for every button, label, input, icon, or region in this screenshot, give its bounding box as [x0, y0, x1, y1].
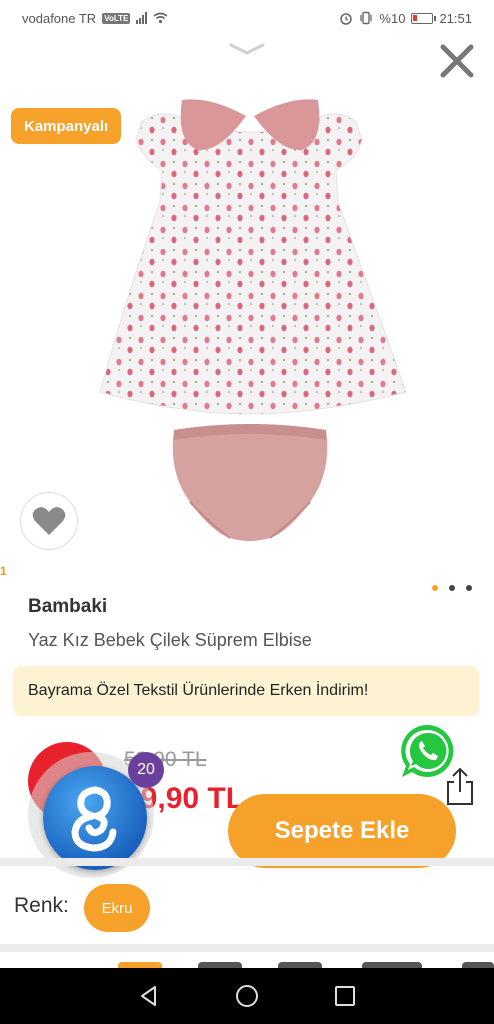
peek-row	[0, 960, 494, 970]
pager-dot[interactable]	[449, 585, 455, 591]
color-label: Renk:	[14, 894, 69, 917]
clock: 21:51	[439, 10, 472, 26]
assistant-count-badge: 20	[128, 752, 164, 788]
alarm-icon	[340, 13, 353, 25]
color-option-ekru[interactable]: Ekru	[84, 884, 150, 932]
promo-banner[interactable]: Bayrama Özel Tekstil Ürünlerinde Erken İ…	[13, 666, 479, 716]
volte-badge: VoLTE	[102, 12, 131, 24]
image-pager	[432, 585, 472, 591]
promo-text: Bayrama Özel Tekstil Ürünlerinde Erken İ…	[28, 682, 369, 699]
close-icon[interactable]	[436, 40, 478, 82]
campaign-badge: Kampanyalı	[11, 108, 122, 144]
favorite-button[interactable]	[20, 492, 78, 550]
section-divider	[0, 944, 494, 952]
system-nav-bar	[0, 968, 494, 1024]
pager-edge-marker: 1	[0, 564, 7, 578]
pager-dot[interactable]	[466, 585, 472, 591]
share-icon[interactable]	[444, 766, 476, 806]
vibrate-icon	[360, 11, 373, 25]
wifi-icon	[153, 12, 168, 24]
chevron-down-icon[interactable]	[226, 40, 268, 58]
signal-icon	[136, 12, 148, 24]
recents-icon[interactable]	[333, 984, 357, 1008]
product-image[interactable]	[70, 92, 430, 562]
status-right: %10 21:51	[339, 11, 472, 26]
battery-icon	[411, 12, 437, 24]
add-to-cart-button[interactable]: Sepete Ekle	[228, 794, 456, 868]
brand-name[interactable]: Bambaki	[28, 596, 107, 618]
back-icon[interactable]	[137, 984, 161, 1008]
status-bar: vodafone TR VoLTE %10 21:51	[0, 0, 494, 36]
product-detail-page: vodafone TR VoLTE %10 21:51 Kampanyalı 1…	[0, 0, 494, 1024]
section-divider	[0, 858, 494, 866]
status-left: vodafone TR VoLTE	[22, 11, 168, 26]
carrier-name: vodafone TR	[22, 10, 97, 26]
home-icon[interactable]	[235, 984, 259, 1008]
heart-icon	[32, 507, 66, 535]
product-name: Yaz Kız Bebek Çilek Süprem Elbise	[28, 630, 312, 650]
pager-dot[interactable]	[432, 585, 438, 591]
battery-percent: %10	[379, 10, 406, 26]
